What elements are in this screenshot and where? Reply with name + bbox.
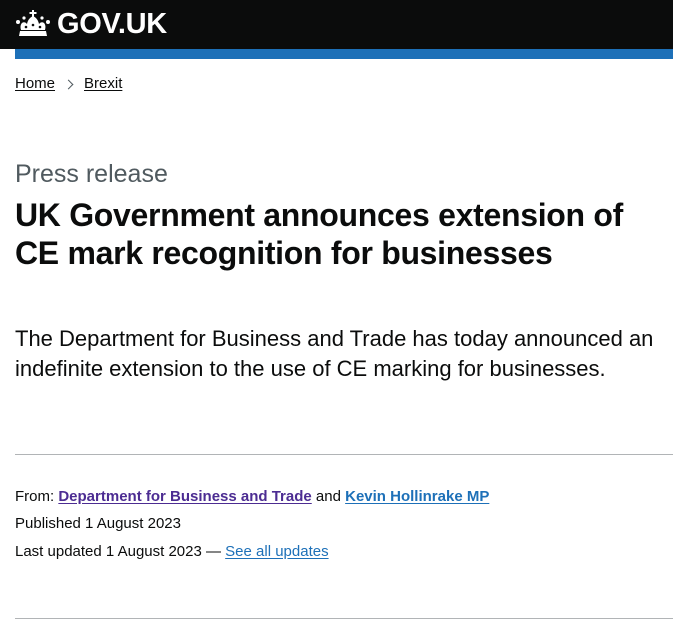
see-all-updates-link[interactable]: See all updates	[225, 543, 328, 560]
last-updated-text: Last updated 1 August 2023 —	[15, 543, 221, 560]
section-divider	[15, 454, 673, 455]
breadcrumb-home-link[interactable]: Home	[15, 74, 55, 94]
breadcrumb-brexit-link[interactable]: Brexit	[84, 74, 122, 94]
govuk-logo-link[interactable]: GOV.UK	[15, 7, 167, 41]
header-blue-bar	[15, 49, 673, 59]
page-caption: Press release	[15, 160, 168, 188]
lead-paragraph: The Department for Business and Trade ha…	[15, 326, 654, 381]
published-date: Published 1 August 2023	[15, 515, 181, 532]
person-link[interactable]: Kevin Hollinrake MP	[345, 488, 489, 505]
conjunction-text: and	[315, 488, 341, 505]
breadcrumb: Home Brexit	[15, 74, 122, 94]
bottom-divider	[15, 618, 673, 619]
page-title: UK Government announces extension of CE …	[15, 197, 623, 271]
chevron-right-icon	[63, 79, 74, 89]
metadata-last-updated: Last updated 1 August 2023 — See all upd…	[15, 542, 329, 562]
metadata-from: From: Department for Business and Trade …	[15, 487, 489, 507]
crown-icon	[16, 10, 50, 36]
logo-text: GOV.UK	[57, 8, 167, 40]
organisation-link[interactable]: Department for Business and Trade	[58, 488, 311, 505]
site-header: GOV.UK	[0, 0, 673, 49]
from-label: From:	[15, 488, 55, 505]
